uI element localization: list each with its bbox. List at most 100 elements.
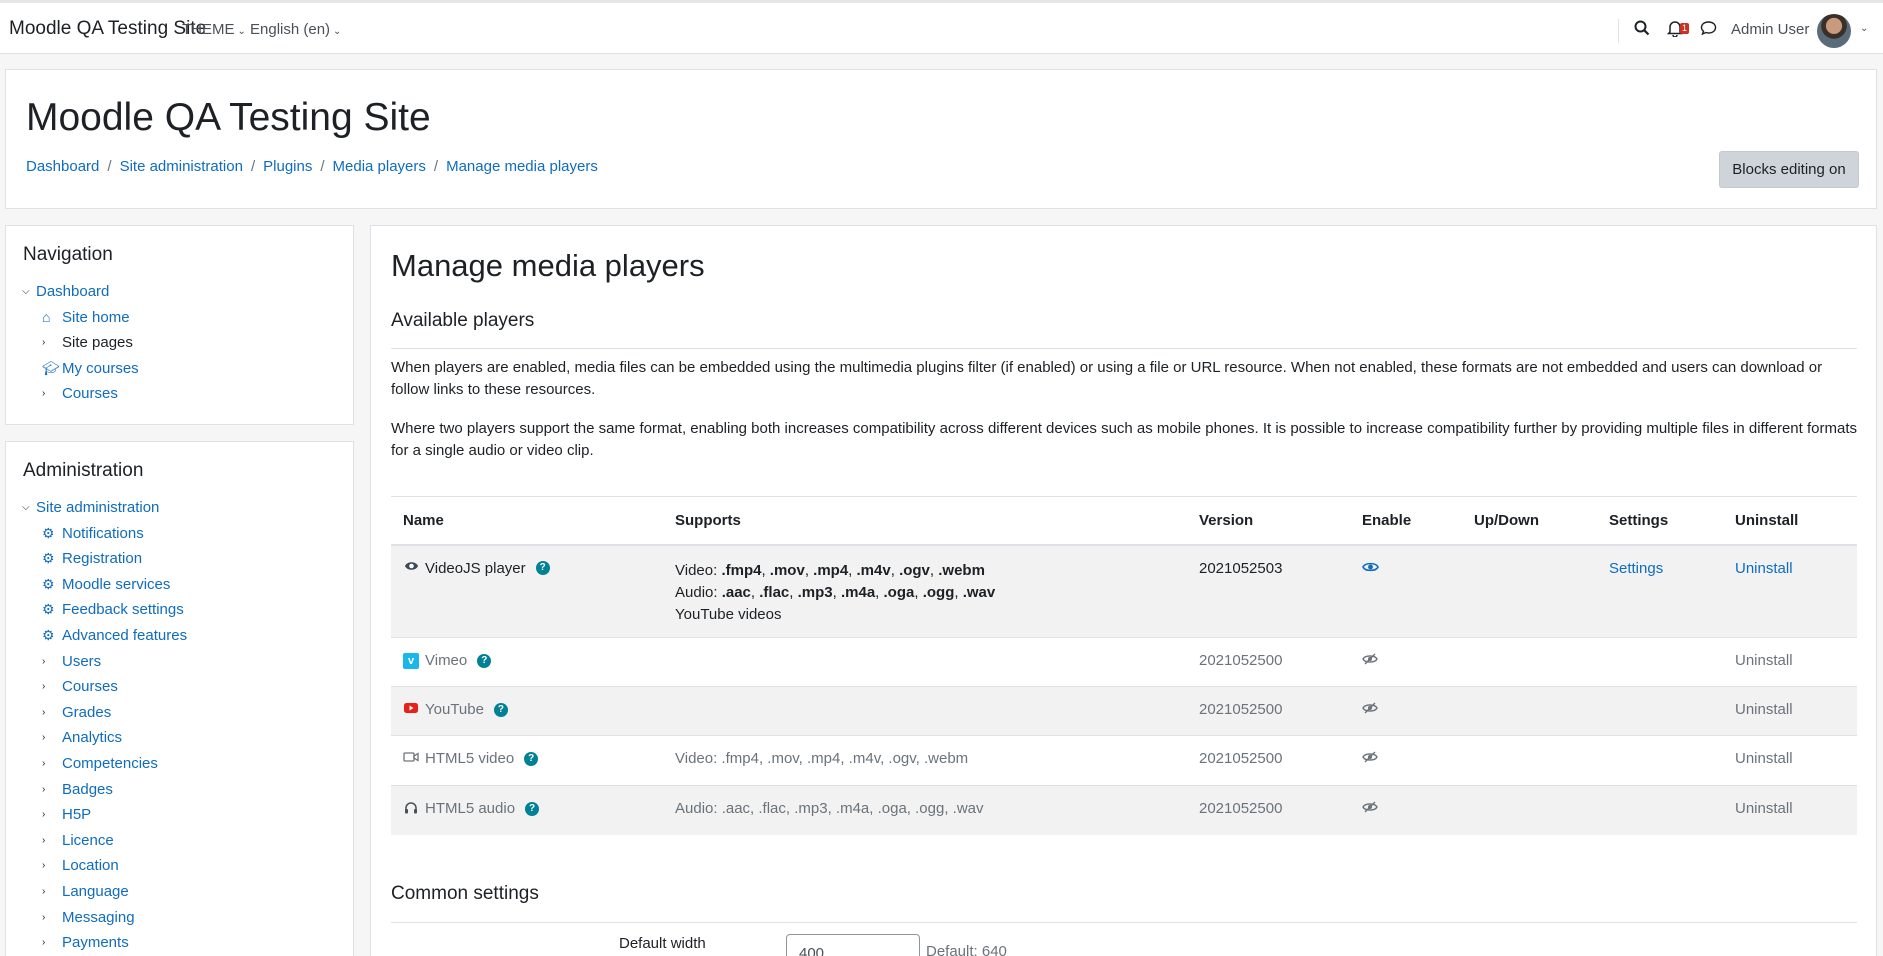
chevron-right-icon[interactable]: › [42,853,62,879]
admin-item-label[interactable]: Moodle services [62,572,170,598]
admin-item-moodle-services[interactable]: ⚙︎ Moodle services [22,572,187,598]
breadcrumb-media-players[interactable]: Media players [333,158,426,175]
blocks-editing-button[interactable]: Blocks editing on [1719,151,1859,188]
nav-item-site-pages[interactable]: › Site pages [22,330,139,356]
breadcrumb-site-administration[interactable]: Site administration [120,158,243,175]
player-uninstall[interactable]: Uninstall [1723,735,1857,786]
chevron-down-icon[interactable]: ⌄ [1860,23,1868,34]
chevron-right-icon[interactable]: › [42,381,62,407]
admin-item-label[interactable]: Competencies [62,751,158,777]
nav-item-site-home[interactable]: ⌂ Site home [22,305,139,331]
chevron-right-icon[interactable]: › [42,751,62,777]
admin-item-label[interactable]: Location [62,853,119,879]
admin-item-analytics[interactable]: › Analytics [22,725,187,751]
admin-item-label[interactable]: Language [62,879,129,905]
admin-item-language[interactable]: › Language [22,879,187,905]
player-uninstall-cell: Uninstall [1723,544,1857,638]
admin-item-label[interactable]: Notifications [62,521,144,547]
help-icon[interactable]: ? [524,751,539,766]
nav-item-courses[interactable]: › Courses [22,381,139,407]
player-uninstall[interactable]: Uninstall [1723,637,1857,687]
user-menu-name[interactable]: Admin User [1731,21,1809,38]
eye-icon[interactable] [1362,560,1379,576]
nav-item-dashboard[interactable]: ⌵ Dashboard [22,279,139,305]
player-uninstall[interactable]: Uninstall [1723,686,1857,736]
language-menu[interactable]: English (en) ⌄ [250,21,341,38]
player-uninstall[interactable]: Uninstall [1723,785,1857,835]
admin-item-label[interactable]: H5P [62,802,91,828]
admin-item-feedback-settings[interactable]: ⚙︎ Feedback settings [22,597,187,623]
admin-item-label[interactable]: Registration [62,546,142,572]
admin-item-users[interactable]: › Users [22,649,187,675]
chevron-right-icon[interactable]: › [42,674,62,700]
chevron-right-icon[interactable]: › [42,700,62,726]
admin-item-label[interactable]: Analytics [62,725,122,751]
help-icon[interactable]: ? [525,801,540,816]
chevron-right-icon[interactable]: › [42,725,62,751]
theme-menu[interactable]: THEME ⌄ [182,21,246,38]
avatar[interactable] [1817,14,1851,48]
admin-item-label[interactable]: Courses [62,674,118,700]
admin-item-badges[interactable]: › Badges [22,777,187,803]
chevron-right-icon[interactable]: › [42,930,62,956]
breadcrumb-plugins[interactable]: Plugins [263,158,312,175]
admin-item-label[interactable]: Feedback settings [62,597,184,623]
message-icon[interactable] [1700,20,1717,40]
breadcrumb-dashboard[interactable]: Dashboard [26,158,99,175]
admin-item-licence[interactable]: › Licence [22,828,187,854]
admin-item-label[interactable]: Site administration [36,495,159,521]
chevron-right-icon[interactable]: › [42,905,62,931]
admin-item-label[interactable]: Badges [62,777,113,803]
chevron-down-icon[interactable]: ⌵ [22,279,36,305]
player-version: 2021052500 [1187,785,1350,835]
nav-item-label[interactable]: Courses [62,381,118,407]
player-up-down-cell [1462,637,1597,687]
chevron-right-icon[interactable]: › [42,330,62,356]
admin-item-notifications[interactable]: ⚙︎ Notifications [22,521,187,547]
admin-item-payments[interactable]: › Payments [22,930,187,956]
admin-item-registration[interactable]: ⚙︎ Registration [22,546,187,572]
admin-item-label[interactable]: Licence [62,828,114,854]
table-row: HTML5 video ? Video: .fmp4, .mov, .mp4, … [391,735,1857,786]
admin-item-competencies[interactable]: › Competencies [22,751,187,777]
search-icon[interactable] [1634,20,1650,40]
chevron-right-icon[interactable]: › [42,649,62,675]
help-icon[interactable]: ? [535,561,550,575]
admin-item-label[interactable]: Advanced features [62,623,187,649]
admin-item-label[interactable]: Grades [62,700,111,726]
admin-item-h5p[interactable]: › H5P [22,802,187,828]
settings-link[interactable]: Settings [1609,560,1663,577]
admin-item-courses[interactable]: › Courses [22,674,187,700]
admin-item-site-administration[interactable]: ⌵ Site administration [22,495,187,521]
chevron-down-icon[interactable]: ⌵ [22,495,36,521]
nav-item-label[interactable]: Dashboard [36,279,109,305]
admin-item-label[interactable]: Users [62,649,101,675]
chevron-right-icon[interactable]: › [42,828,62,854]
admin-item-messaging[interactable]: › Messaging [22,905,187,931]
eye-slash-icon[interactable] [1362,801,1378,816]
chevron-right-icon[interactable]: › [42,879,62,905]
uninstall-link[interactable]: Uninstall [1735,560,1793,577]
chevron-right-icon[interactable]: › [42,777,62,803]
admin-item-grades[interactable]: › Grades [22,700,187,726]
site-brand[interactable]: Moodle QA Testing Site [9,18,206,40]
admin-item-advanced-features[interactable]: ⚙︎ Advanced features [22,623,187,649]
videojs-icon [403,560,419,576]
help-icon[interactable]: ? [477,653,492,668]
default-width-input[interactable] [786,934,920,956]
nav-item-label[interactable]: Site home [62,305,130,331]
help-icon[interactable]: ? [493,702,508,717]
nav-item-label[interactable]: Site pages [62,330,133,356]
admin-item-label[interactable]: Payments [62,930,129,956]
breadcrumb-manage-media-players[interactable]: Manage media players [446,158,598,175]
chevron-right-icon[interactable]: › [42,802,62,828]
admin-item-label[interactable]: Messaging [62,905,135,931]
player-name-cell: v Vimeo ? [391,637,663,687]
eye-slash-icon[interactable] [1362,751,1378,766]
admin-item-location[interactable]: › Location [22,853,187,879]
format: .mp3 [797,583,833,601]
nav-item-label[interactable]: My courses [62,356,139,382]
eye-slash-icon[interactable] [1362,653,1378,668]
nav-item-my-courses[interactable]: 🎓︎ My courses [22,356,139,382]
eye-slash-icon[interactable] [1362,702,1378,717]
